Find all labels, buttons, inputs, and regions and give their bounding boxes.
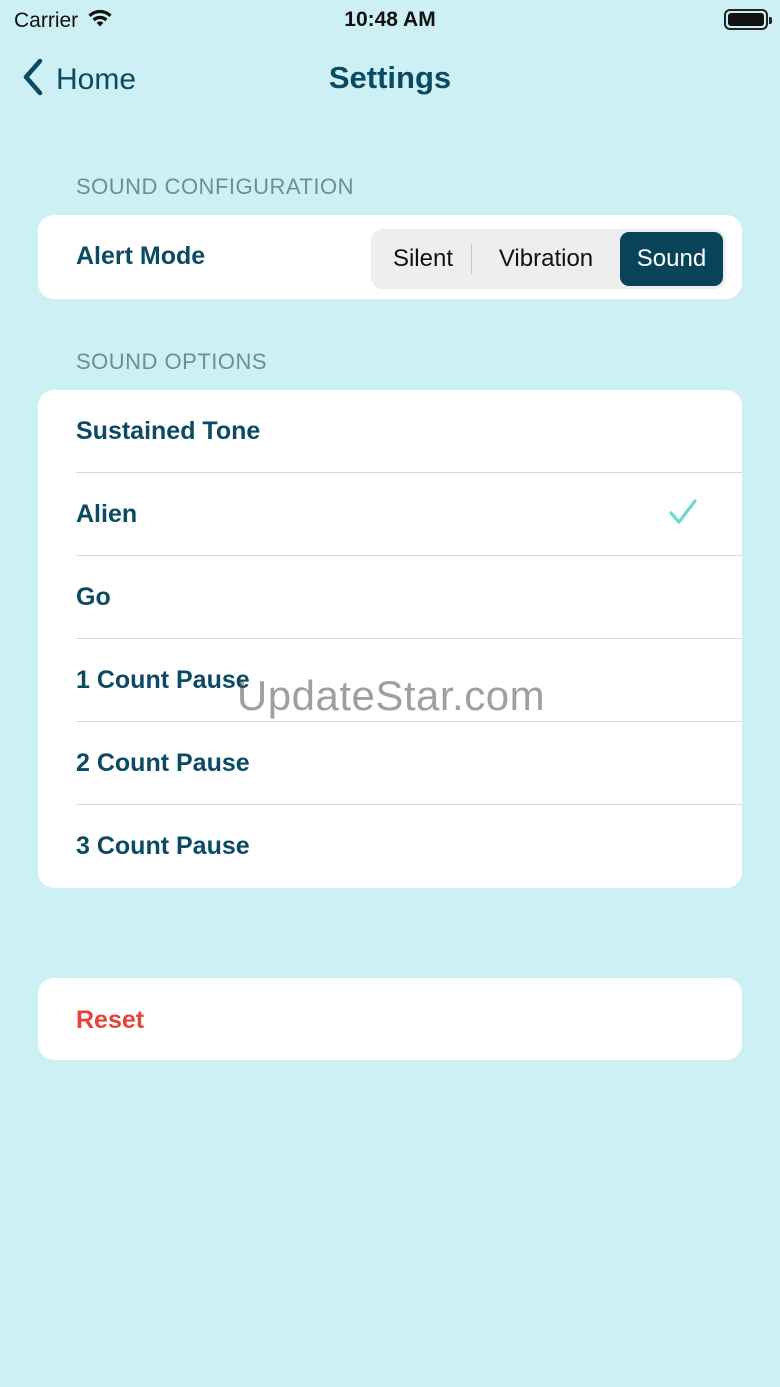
alert-mode-segmented-control: Silent Vibration Sound <box>371 229 726 289</box>
battery-cap <box>769 17 772 24</box>
alert-mode-row: Alert Mode Silent Vibration Sound <box>38 215 742 299</box>
status-time: 10:48 AM <box>344 8 436 31</box>
section-header-sound-configuration: SOUND CONFIGURATION <box>76 174 354 199</box>
reset-label: Reset <box>76 1006 145 1034</box>
segment-vibration[interactable]: Vibration <box>472 232 620 286</box>
option-alien[interactable]: Alien <box>38 473 742 556</box>
battery-icon <box>724 9 772 30</box>
sound-configuration-card: Alert Mode Silent Vibration Sound <box>38 215 742 299</box>
page-title: Settings <box>328 60 452 95</box>
status-bar: Carrier 10:48 AM <box>0 0 780 40</box>
checkmark-icon <box>668 497 698 532</box>
option-sustained-tone[interactable]: Sustained Tone <box>38 390 742 473</box>
option-label: 2 Count Pause <box>76 749 250 777</box>
battery-level <box>728 13 764 26</box>
option-label: Sustained Tone <box>76 417 261 445</box>
settings-screen: Carrier 10:48 AM Home Settings SOUND CON… <box>0 0 780 1387</box>
alert-mode-label: Alert Mode <box>76 242 206 270</box>
sound-options-card: Sustained Tone Alien Go 1 Count Pause 2 … <box>38 390 742 888</box>
segment-sound[interactable]: Sound <box>620 232 723 286</box>
section-header-sound-options: SOUND OPTIONS <box>76 349 268 374</box>
option-label: Alien <box>76 500 138 528</box>
option-label: Go <box>76 583 111 611</box>
navigation-bar: Home Settings <box>0 50 780 110</box>
option-label: 3 Count Pause <box>76 832 250 860</box>
option-3-count-pause[interactable]: 3 Count Pause <box>38 805 742 888</box>
option-2-count-pause[interactable]: 2 Count Pause <box>38 722 742 805</box>
reset-card: Reset <box>38 978 742 1060</box>
watermark: UpdateStar.com <box>236 672 546 719</box>
segment-silent[interactable]: Silent <box>374 232 472 286</box>
reset-button[interactable]: Reset <box>38 978 742 1060</box>
option-go[interactable]: Go <box>38 556 742 639</box>
